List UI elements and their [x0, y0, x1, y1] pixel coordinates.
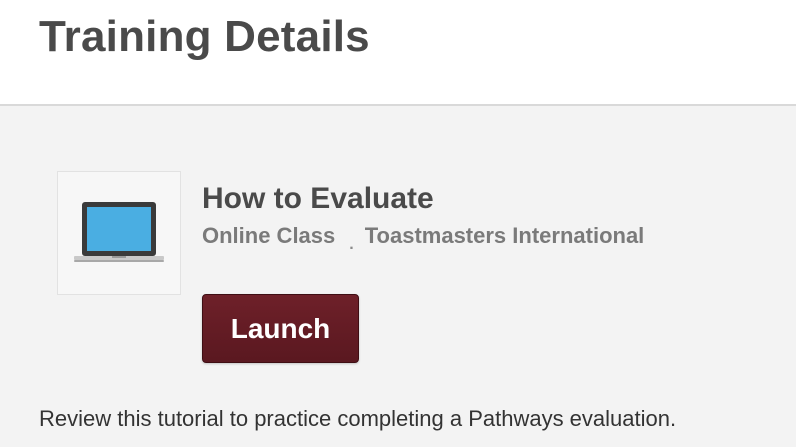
course-title: How to Evaluate: [202, 182, 434, 215]
page-header: Training Details: [0, 0, 796, 106]
laptop-icon: [74, 202, 164, 262]
course-type: Online Class: [202, 223, 336, 248]
page-title: Training Details: [39, 12, 370, 61]
launch-button[interactable]: Launch: [202, 294, 359, 363]
course-provider: Toastmasters International: [364, 223, 645, 248]
course-thumbnail: [57, 171, 181, 295]
course-description: Review this tutorial to practice complet…: [39, 406, 677, 431]
meta-separator: .: [349, 236, 354, 253]
course-meta: Online Class. Toastmasters International: [202, 223, 645, 253]
training-details-panel: How to Evaluate Online Class. Toastmaster…: [0, 106, 796, 447]
